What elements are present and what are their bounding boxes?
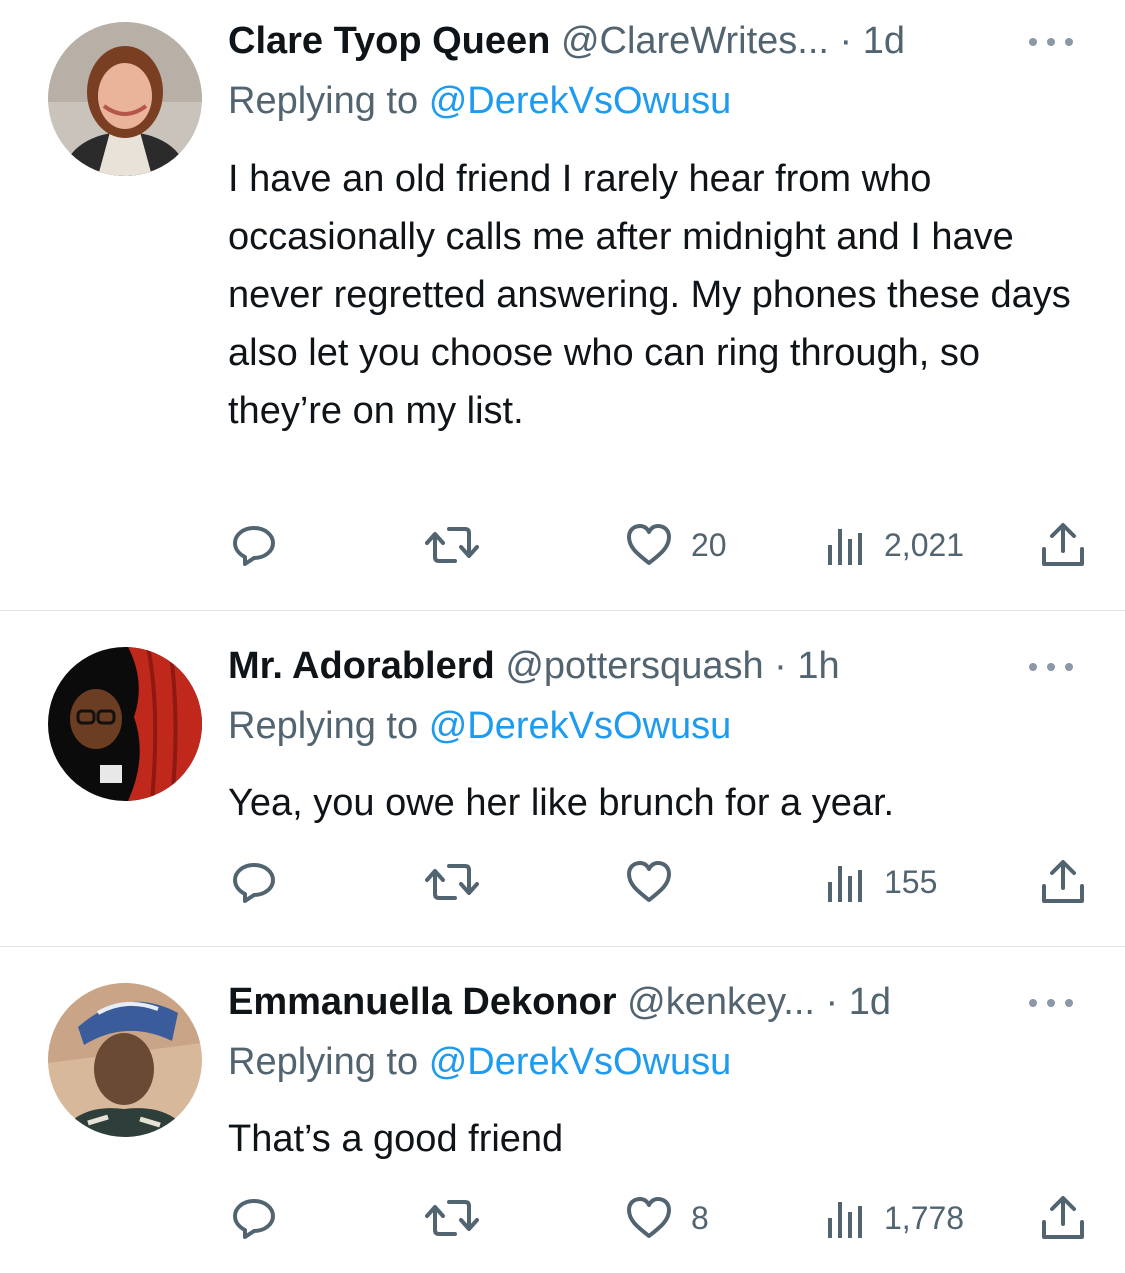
retweet-button[interactable] bbox=[425, 520, 479, 570]
tweet-header: Clare Tyop Queen @ClareWrites... · 1d bbox=[228, 16, 905, 66]
more-icon[interactable] bbox=[1029, 36, 1073, 48]
timestamp[interactable]: · 1d bbox=[826, 981, 891, 1023]
share-button[interactable] bbox=[1040, 520, 1086, 570]
views-button[interactable]: 155 bbox=[826, 857, 937, 907]
views-icon bbox=[828, 866, 862, 902]
action-bar: 155 bbox=[0, 857, 1125, 907]
more-icon[interactable] bbox=[1029, 661, 1073, 673]
views-count: 155 bbox=[884, 863, 938, 900]
mention-link[interactable]: @DerekVsOwusu bbox=[429, 80, 732, 122]
like-icon bbox=[627, 1197, 671, 1238]
share-icon bbox=[1042, 523, 1084, 566]
tweet-header: Mr. Adorablerd @pottersquash · 1h bbox=[228, 641, 840, 691]
mention-link[interactable]: @DerekVsOwusu bbox=[429, 705, 732, 747]
views-icon bbox=[828, 529, 862, 565]
views-count: 1,778 bbox=[884, 1199, 965, 1236]
avatar[interactable] bbox=[48, 22, 202, 176]
views-button[interactable]: 2,021 bbox=[826, 520, 964, 570]
replying-label: Replying to bbox=[228, 1041, 419, 1083]
like-icon bbox=[627, 861, 671, 902]
like-button[interactable]: 8 bbox=[625, 1193, 709, 1243]
reply-button[interactable] bbox=[230, 520, 278, 570]
action-bar: 8 1,778 bbox=[0, 1193, 1125, 1243]
retweet-button[interactable] bbox=[425, 1193, 479, 1243]
avatar[interactable] bbox=[48, 647, 202, 801]
like-count: 20 bbox=[691, 526, 727, 563]
like-count: 8 bbox=[691, 1199, 709, 1236]
retweet-button[interactable] bbox=[425, 857, 479, 907]
views-icon bbox=[828, 1202, 862, 1238]
reply-tweet-1[interactable]: Clare Tyop Queen @ClareWrites... · 1d Re… bbox=[0, 0, 1125, 610]
mention-link[interactable]: @DerekVsOwusu bbox=[429, 1041, 732, 1083]
like-icon bbox=[627, 524, 671, 565]
replying-to: Replying to @DerekVsOwusu bbox=[228, 701, 731, 751]
share-button[interactable] bbox=[1040, 857, 1086, 907]
like-button[interactable] bbox=[625, 857, 691, 907]
avatar[interactable] bbox=[48, 983, 202, 1137]
replying-to: Replying to @DerekVsOwusu bbox=[228, 76, 731, 126]
retweet-icon bbox=[425, 1200, 479, 1236]
tweet-text: That’s a good friend bbox=[228, 1118, 564, 1160]
author-handle[interactable]: @ClareWrites... bbox=[561, 20, 829, 62]
views-count: 2,021 bbox=[884, 526, 965, 563]
reply-icon bbox=[233, 863, 275, 903]
retweet-icon bbox=[425, 864, 479, 900]
share-icon bbox=[1042, 860, 1084, 903]
retweet-icon bbox=[425, 527, 479, 563]
reply-button[interactable] bbox=[230, 1193, 278, 1243]
timestamp[interactable]: · 1h bbox=[774, 645, 839, 687]
more-icon[interactable] bbox=[1029, 997, 1073, 1009]
like-button[interactable]: 20 bbox=[625, 520, 727, 570]
timestamp[interactable]: · 1d bbox=[840, 20, 905, 62]
tweet-text: Yea, you owe her like brunch for a year. bbox=[228, 782, 895, 824]
share-button[interactable] bbox=[1040, 1193, 1086, 1243]
replying-label: Replying to bbox=[228, 80, 419, 122]
reply-icon bbox=[233, 1199, 275, 1239]
reply-button[interactable] bbox=[230, 857, 278, 907]
replying-label: Replying to bbox=[228, 705, 419, 747]
tweet-header: Emmanuella Dekonor @kenkey... · 1d bbox=[228, 977, 891, 1027]
reply-tweet-2[interactable]: Mr. Adorablerd @pottersquash · 1h Replyi… bbox=[0, 611, 1125, 946]
reply-tweet-3[interactable]: Emmanuella Dekonor @kenkey... · 1d Reply… bbox=[0, 947, 1125, 1273]
author-handle[interactable]: @pottersquash bbox=[505, 645, 763, 687]
author-name[interactable]: Clare Tyop Queen bbox=[228, 20, 550, 62]
reply-icon bbox=[233, 526, 275, 566]
action-bar: 20 2,021 bbox=[0, 520, 1125, 570]
replying-to: Replying to @DerekVsOwusu bbox=[228, 1037, 731, 1087]
author-name[interactable]: Emmanuella Dekonor bbox=[228, 981, 617, 1023]
author-handle[interactable]: @kenkey... bbox=[627, 981, 815, 1023]
tweet-text: I have an old friend I rarely hear from … bbox=[228, 158, 1071, 432]
share-icon bbox=[1042, 1196, 1084, 1239]
author-name[interactable]: Mr. Adorablerd bbox=[228, 645, 495, 687]
views-button[interactable]: 1,778 bbox=[826, 1193, 964, 1243]
